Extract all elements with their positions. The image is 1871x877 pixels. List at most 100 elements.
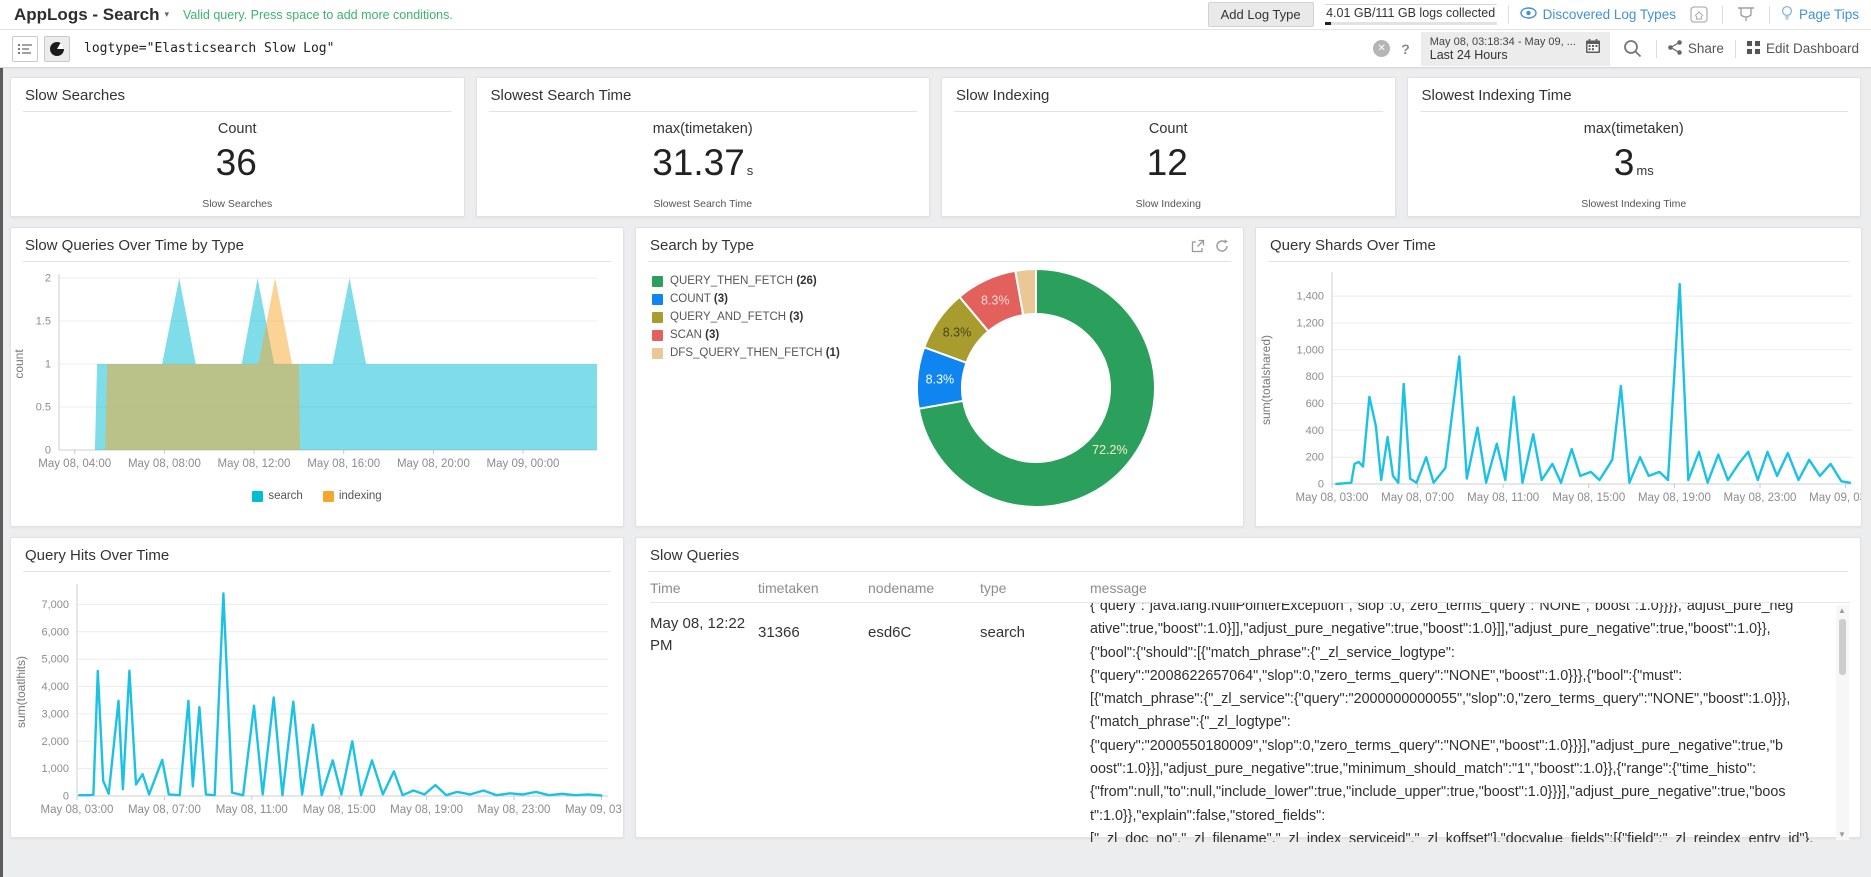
svg-text:6,000: 6,000: [41, 626, 69, 638]
svg-text:May 08, 19:00: May 08, 19:00: [390, 804, 463, 816]
pie-chart-icon[interactable]: [44, 35, 70, 62]
legend-swatch: [652, 347, 663, 359]
svg-text:2: 2: [45, 273, 51, 285]
stat-unit: s: [746, 163, 754, 178]
donut-legend-item-DFS_QUERY_THEN_FETCH[interactable]: DFS_QUERY_THEN_FETCH (1): [652, 347, 840, 359]
message-scrollbar[interactable]: ▲ ▼: [1836, 605, 1849, 840]
scroll-down-icon[interactable]: ▼: [1838, 830, 1846, 839]
stat-cards-row: Slow Searches Count 36 Slow Searches Slo…: [10, 77, 1861, 217]
divider: [1768, 5, 1770, 24]
donut-legend-item-COUNT[interactable]: COUNT (3): [652, 293, 840, 305]
svg-text:May 08, 03:00: May 08, 03:00: [41, 804, 114, 816]
clear-query-icon[interactable]: ✕: [1373, 40, 1391, 57]
chart-query-hits-over-time: Query Hits Over Time 0 1,000 2,000 3,000 4,0…: [10, 537, 638, 838]
search-query-input[interactable]: logtype="Elasticsearch Slow Log": [84, 41, 334, 56]
svg-text:1,200: 1,200: [1296, 318, 1324, 330]
projector-screen-icon[interactable]: [1734, 4, 1758, 26]
cell-message[interactable]: {"query":"java.lang.NullPointerException…: [1090, 603, 1850, 842]
date-range-picker[interactable]: May 08, 03:18:34 - May 09, ... Last 24 H…: [1420, 31, 1610, 66]
line-chart[interactable]: 0 1,000 2,000 3,000 4,000 5,000 6,000 7,000 May …: [11, 572, 638, 829]
top-bar: AppLogs - Search ▾ Valid query. Press sp…: [0, 0, 1871, 30]
add-log-type-button[interactable]: Add Log Type: [1207, 2, 1314, 27]
stat-footer-label: Slowest Search Time: [653, 198, 753, 210]
svg-text:May 08, 08:00: May 08, 08:00: [128, 458, 201, 470]
svg-text:3,000: 3,000: [41, 708, 69, 720]
svg-text:200: 200: [1306, 452, 1324, 464]
search-icon[interactable]: [1621, 38, 1645, 60]
scroll-up-icon[interactable]: ▲: [1838, 606, 1846, 615]
svg-text:May 08, 15:00: May 08, 15:00: [1552, 492, 1625, 504]
svg-text:May 08, 11:00: May 08, 11:00: [216, 804, 288, 816]
svg-text:72.2%: 72.2%: [1092, 443, 1127, 457]
share-button[interactable]: Share: [1668, 39, 1724, 58]
page-title: AppLogs - Search: [14, 4, 160, 24]
column-header-type: type: [980, 572, 1090, 603]
message-line: {"match_phrase":{"_zl_logtype":: [1090, 714, 1291, 731]
svg-text:May 08, 15:00: May 08, 15:00: [303, 804, 376, 816]
divider: [1655, 39, 1657, 58]
stat-card-2[interactable]: Slow Indexing Count 12 Slow Indexing: [941, 77, 1396, 217]
edit-dashboard-button[interactable]: Edit Dashboard: [1746, 40, 1859, 57]
refresh-icon[interactable]: [1215, 239, 1229, 253]
page-tips-link[interactable]: Page Tips: [1781, 5, 1859, 24]
svg-text:May 08, 07:00: May 08, 07:00: [1381, 492, 1454, 504]
applogs-dashboard: AppLogs - Search ▾ Valid query. Press sp…: [0, 0, 1871, 877]
message-line: {"from":null,"to":null,"include_lower":t…: [1090, 784, 1786, 801]
dashboard-home-icon[interactable]: [1687, 4, 1711, 26]
stat-metric-label: max(timetaken): [652, 121, 753, 137]
message-line: oost":1.0}}],"adjust_pure_negative":true…: [1090, 761, 1757, 778]
window-edge: [0, 68, 3, 877]
lightbulb-icon: [1781, 5, 1793, 24]
svg-text:May 08, 12:00: May 08, 12:00: [218, 458, 291, 470]
date-preset-text: Last 24 Hours: [1429, 47, 1508, 62]
stat-card-title: Slowest Search Time: [490, 87, 632, 104]
stat-unit: ms: [1636, 163, 1654, 178]
table-header-row: Time timetaken nodename type message: [650, 572, 1850, 603]
legend-swatch: [652, 293, 663, 305]
help-icon[interactable]: ?: [1401, 41, 1410, 57]
log-usage-text: 4.01 GB/111 GB logs collected: [1324, 4, 1497, 20]
message-line: ative":true,"boost":1.0}]],"adjust_pure_…: [1090, 621, 1771, 638]
scrollbar-thumb[interactable]: [1839, 619, 1846, 675]
cell-nodename: esd6C: [868, 624, 912, 641]
donut-legend: QUERY_THEN_FETCH (26) COUNT (3) QUERY_AN…: [652, 275, 840, 365]
stat-card-1[interactable]: Slowest Search Time max(timetaken) 31.37…: [475, 77, 930, 217]
stat-footer-label: Slowest Indexing Time: [1581, 198, 1687, 210]
stat-card-title: Slowest Indexing Time: [1421, 87, 1572, 104]
open-in-new-icon[interactable]: [1191, 239, 1205, 253]
chart-slow-queries-over-time: Slow Queries Over Time by Type 0 0.5 1 1.5 2…: [10, 227, 624, 527]
discovered-log-types-link[interactable]: Discovered Log Types: [1519, 7, 1676, 22]
stat-value: 3 ms: [1613, 142, 1654, 183]
legend-swatch: [322, 490, 334, 502]
log-usage-meter: 4.01 GB/111 GB logs collected: [1324, 4, 1497, 25]
message-line: {"bool":{"should":[{"match_phrase":{"_zl…: [1090, 644, 1455, 661]
line-chart[interactable]: 0 200 400 600 800 1,000 1,200 1,400 May 08, 03:0…: [1256, 262, 1871, 519]
donut-legend-item-QUERY_THEN_FETCH[interactable]: QUERY_THEN_FETCH (26): [652, 275, 840, 287]
area-chart[interactable]: 0 0.5 1 1.5 2 May 08, 04:00 May 08, 08:00 May 0…: [11, 262, 623, 481]
legend-swatch: [252, 490, 264, 502]
message-line: [{"match_phrase":{"_zl_service":{"query"…: [1090, 691, 1791, 708]
svg-text:800: 800: [1306, 371, 1324, 383]
svg-text:May 08, 23:00: May 08, 23:00: [1724, 492, 1797, 504]
slow-queries-table: Time timetaken nodename type message May 08,…: [650, 572, 1850, 842]
legend-item-search[interactable]: search: [252, 490, 303, 502]
donut-legend-item-QUERY_AND_FETCH[interactable]: QUERY_AND_FETCH (3): [652, 311, 840, 323]
svg-text:8.3%: 8.3%: [926, 373, 955, 387]
table-row[interactable]: May 08, 12:22 PM 31366 esd6C search {"qu…: [650, 603, 1850, 842]
donut-legend-item-SCAN[interactable]: SCAN (3): [652, 329, 840, 341]
chevron-down-icon[interactable]: ▾: [164, 9, 169, 20]
share-icon: [1668, 39, 1682, 58]
stat-value: 12: [1146, 142, 1188, 183]
chart-query-shards-over-time: Query Shards Over Time 0 200 400 600 800 1,00…: [1255, 227, 1871, 527]
charts-row: Slow Queries Over Time by Type 0 0.5 1 1.5 2…: [10, 227, 1871, 527]
stat-metric-label: max(timetaken): [1583, 121, 1684, 137]
message-line: {"query":"java.lang.NullPointerException…: [1090, 603, 1794, 614]
svg-text:0: 0: [1318, 479, 1324, 491]
message-line: t":1.0}},"explain":false,"stored_fields"…: [1090, 807, 1326, 824]
stat-card-0[interactable]: Slow Searches Count 36 Slow Searches: [10, 77, 465, 217]
filter-list-icon[interactable]: [12, 35, 38, 62]
cell-timetaken: 31366: [758, 624, 800, 641]
stat-card-3[interactable]: Slowest Indexing Time max(timetaken) 3 ms…: [1406, 77, 1861, 217]
legend-item-indexing[interactable]: indexing: [322, 490, 382, 502]
slow-queries-table-card: Slow Queries Time timetaken nodename type me…: [635, 537, 1861, 842]
